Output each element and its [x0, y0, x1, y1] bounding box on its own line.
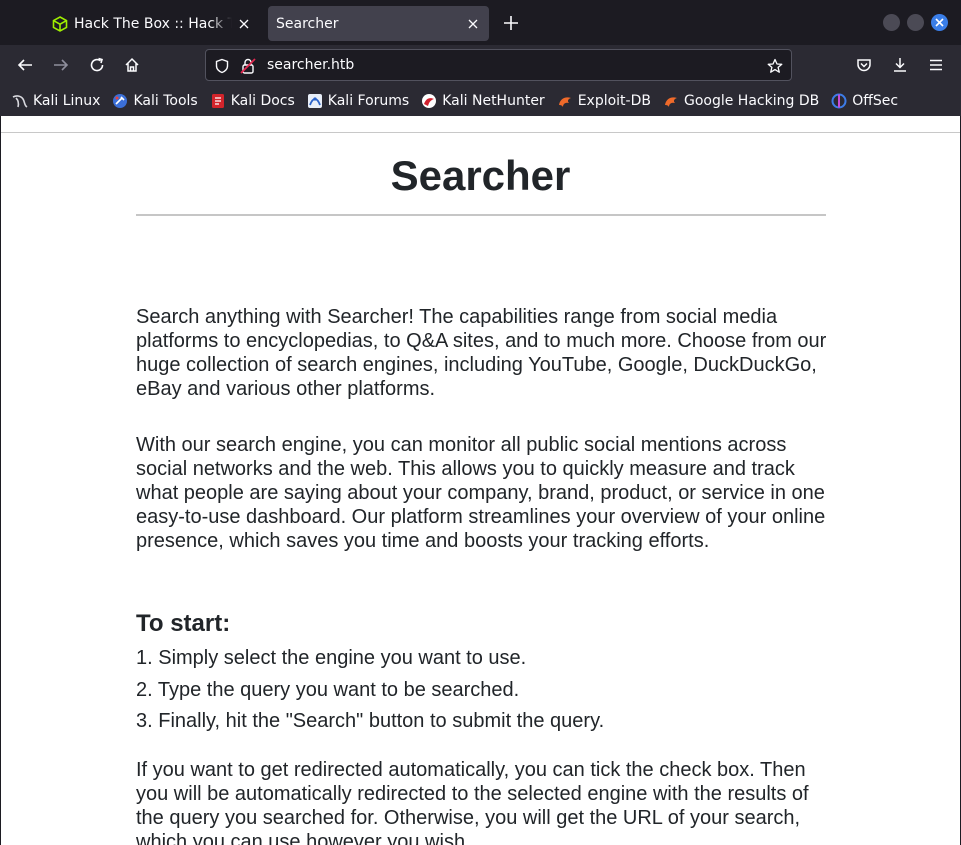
- forward-arrow-icon: [54, 59, 69, 71]
- address-bar[interactable]: searcher.htb: [205, 49, 792, 81]
- bookmark-label: Kali Forums: [327, 92, 410, 109]
- url-text[interactable]: searcher.htb: [267, 57, 354, 73]
- back-button[interactable]: [11, 51, 39, 79]
- tab-label: Searcher: [276, 15, 339, 32]
- offsec-icon: [831, 93, 847, 108]
- shield-icon[interactable]: [213, 57, 231, 75]
- step-item: 2. Type the query you want to be searche…: [136, 679, 520, 701]
- bookmark-label: Kali Tools: [133, 92, 198, 109]
- star-bookmark-icon[interactable]: [766, 57, 784, 75]
- page-title: Searcher: [390, 152, 571, 199]
- nethunter-icon: [422, 93, 437, 108]
- bookmark-google-hacking-db[interactable]: Google Hacking DB: [663, 93, 819, 109]
- bookmark-kali-tools[interactable]: Kali Tools: [112, 92, 198, 109]
- tab-searcher[interactable]: Searcher: [268, 6, 489, 41]
- bookmark-label: Exploit-DB: [577, 92, 651, 109]
- reload-button[interactable]: [83, 51, 111, 79]
- close-icon[interactable]: [461, 12, 485, 36]
- insecure-lock-icon[interactable]: [239, 57, 257, 75]
- hamburger-menu-icon: [930, 59, 942, 71]
- step-item: 3. Finally, hit the "Search" button to s…: [136, 710, 605, 732]
- downloads-button[interactable]: [886, 51, 914, 79]
- htb-cube-icon: [52, 15, 68, 32]
- kali-dragon-icon: [12, 94, 28, 108]
- tab-hack-the-box[interactable]: Hack The Box :: Hack The Box: [44, 6, 260, 41]
- home-icon: [125, 57, 139, 72]
- step-item: 1. Simply select the engine you want to …: [136, 647, 527, 669]
- title-divider: [136, 214, 826, 216]
- bookmark-exploit-db[interactable]: Exploit-DB: [557, 93, 651, 109]
- menu-button[interactable]: [922, 51, 950, 79]
- redirect-paragraph: If you want to get redirected automatica…: [136, 759, 809, 845]
- forward-button[interactable]: [47, 51, 75, 79]
- close-icon: [935, 18, 944, 27]
- kali-docs-icon: [211, 93, 224, 108]
- new-tab-button[interactable]: [498, 10, 524, 36]
- home-button[interactable]: [118, 51, 146, 79]
- pocket-icon: [857, 59, 871, 72]
- plus-icon: [504, 16, 518, 30]
- top-divider: [1, 132, 960, 133]
- kali-forums-icon: [307, 93, 322, 108]
- navigation-toolbar: searcher.htb: [0, 45, 961, 85]
- start-heading: To start:: [136, 610, 231, 637]
- window-close-button[interactable]: [931, 14, 948, 31]
- bookmark-label: Kali Linux: [33, 92, 101, 109]
- bookmark-kali-forums[interactable]: Kali Forums: [307, 93, 409, 109]
- bookmark-label: Kali Docs: [230, 92, 295, 109]
- maximize-button[interactable]: [907, 14, 924, 31]
- intro-paragraph: Search anything with Searcher! The capab…: [136, 306, 827, 400]
- kali-tools-icon: [113, 93, 128, 108]
- bookmark-label: Kali NetHunter: [442, 92, 545, 109]
- ghdb-icon: [664, 96, 677, 107]
- download-icon: [894, 58, 906, 72]
- exploit-db-icon: [558, 96, 571, 107]
- pocket-button[interactable]: [850, 51, 878, 79]
- minimize-button[interactable]: [883, 14, 900, 31]
- bookmark-kali-nethunter[interactable]: Kali NetHunter: [421, 92, 545, 109]
- bookmarks-toolbar: Kali Linux Kali Tools Kali Docs Kali For…: [0, 85, 961, 116]
- monitor-paragraph: With our search engine, you can monitor …: [136, 434, 826, 552]
- close-icon[interactable]: [232, 12, 256, 36]
- bookmark-kali-linux[interactable]: Kali Linux: [12, 93, 100, 109]
- bookmark-label: OffSec: [852, 92, 899, 109]
- page-viewport: Searcher Search anything with Searcher! …: [1, 116, 960, 845]
- bookmark-kali-docs[interactable]: Kali Docs: [210, 93, 295, 109]
- bookmark-offsec[interactable]: OffSec: [831, 93, 898, 109]
- back-arrow-icon: [17, 59, 32, 71]
- tab-strip: Hack The Box :: Hack The Box Searcher: [0, 0, 961, 45]
- tab-label: Hack The Box :: Hack The Box: [74, 15, 232, 32]
- bookmark-label: Google Hacking DB: [683, 92, 820, 109]
- reload-icon: [90, 57, 104, 72]
